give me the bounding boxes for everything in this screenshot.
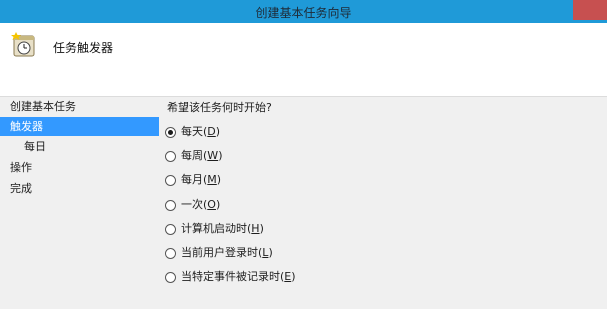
radio-button[interactable] (165, 199, 176, 211)
sidebar-item-trigger[interactable]: 触发器 (0, 117, 159, 136)
sidebar-item-finish[interactable]: 完成 (0, 179, 159, 198)
task-scheduler-clock-icon (11, 32, 35, 57)
question-label: 希望该任务何时开始? (167, 101, 272, 114)
option-label: 计算机启动时(H) (181, 222, 264, 235)
sidebar-item-create-basic-task[interactable]: 创建基本任务 (0, 97, 159, 116)
radio-button[interactable] (165, 223, 176, 235)
option-specific-event[interactable]: 当特定事件被记录时(E) (165, 268, 296, 286)
wizard-header: 任务触发器 (0, 23, 607, 97)
option-weekly[interactable]: 每周(W) (165, 147, 222, 165)
option-label: 每月(M) (181, 173, 222, 186)
page-heading: 任务触发器 (53, 41, 114, 55)
option-label: 每天(D) (181, 125, 221, 138)
radio-button[interactable] (165, 126, 176, 138)
wizard-steps-sidebar: 创建基本任务 触发器 每日 操作 完成 (0, 96, 159, 309)
option-label: 当特定事件被记录时(E) (181, 270, 296, 283)
window-title: 创建基本任务向导 (255, 6, 352, 20)
option-monthly[interactable]: 每月(M) (165, 171, 221, 189)
option-daily[interactable]: 每天(D) (165, 123, 220, 141)
sidebar-item-daily[interactable]: 每日 (0, 137, 159, 156)
radio-button[interactable] (165, 174, 176, 186)
option-label: 当前用户登录时(L) (181, 246, 273, 259)
option-label: 每周(W) (181, 149, 223, 162)
close-button[interactable] (573, 0, 607, 20)
radio-button[interactable] (165, 271, 176, 283)
option-user-logon[interactable]: 当前用户登录时(L) (165, 244, 273, 262)
radio-button[interactable] (165, 150, 176, 162)
option-label: 一次(O) (181, 198, 221, 211)
sidebar-item-action[interactable]: 操作 (0, 158, 159, 177)
radio-button[interactable] (165, 247, 176, 259)
option-computer-startup[interactable]: 计算机启动时(H) (165, 220, 264, 238)
option-once[interactable]: 一次(O) (165, 196, 220, 214)
title-bar: 创建基本任务向导 (0, 0, 607, 23)
trigger-options-panel: 希望该任务何时开始? 每天(D) 每周(W) 每月(M) 一次(O) 计算机启动… (159, 96, 607, 309)
